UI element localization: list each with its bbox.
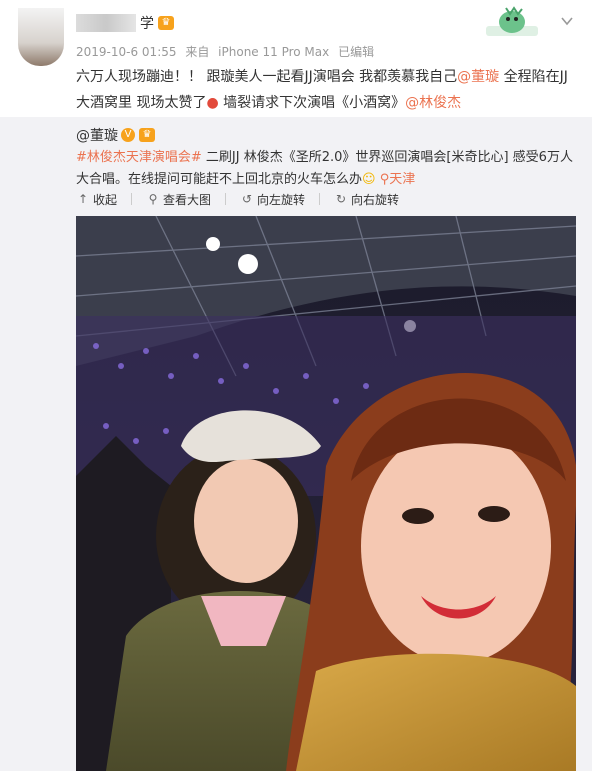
author-name-row[interactable]: 学 ♛ [76,12,174,34]
concert-selfie-photo[interactable] [76,216,576,771]
post-text-part-1: 六万人现场蹦迪！！ 跟璇美人一起看JJ演唱会 我都羡慕我自己 [76,69,458,85]
divider [131,193,133,205]
source-prefix: 来自 [185,45,210,59]
hashtag[interactable]: #林俊杰天津演唱会# [76,150,202,165]
collapse-button[interactable]: ↑ 收起 [76,191,117,208]
post-meta: 2019-10-6 01:55 来自 iPhone 11 Pro Max 已编辑 [76,43,379,60]
dinosaur-mascot-icon [486,6,538,36]
rotate-left-icon: ↺ [242,192,253,206]
avatar[interactable] [18,8,64,66]
image-toolbar: ↑ 收起 ⚲ 查看大图 ↺ 向左旋转 ↻ 向右旋转 [76,187,413,211]
source[interactable]: iPhone 11 Pro Max [218,45,329,59]
emoji-icon: ● [206,95,219,111]
vip-crown-icon[interactable]: ♛ [139,128,155,142]
timestamp[interactable]: 2019-10-6 01:55 [76,45,177,59]
location-label[interactable]: 天津 [389,172,415,187]
smile-emoji-icon: ☺ [362,172,376,187]
rotate-right-label: 向右旋转 [351,192,400,207]
repost-author[interactable]: @董璇 [76,125,118,145]
post-text-part-3: 墙裂请求下次演唱《小酒窝》 [218,95,406,111]
mention-linjunjie[interactable]: @林俊杰 [405,95,461,111]
collapse-icon: ↑ [77,192,89,206]
post-text: 六万人现场蹦迪！！ 跟璇美人一起看JJ演唱会 我都羡慕我自己@董璇 全程陷在JJ… [76,64,576,116]
verified-v-icon: V [121,128,135,142]
photo-illustration [76,216,576,771]
post-header: 学 ♛ 2019-10-6 01:55 来自 iPhone 11 Pro Max… [0,0,592,111]
view-large-label: 查看大图 [163,192,212,207]
author-name[interactable]: 学 [140,13,154,33]
mention-dongxuan[interactable]: @董璇 [457,69,499,85]
rotate-left-label: 向左旋转 [257,192,306,207]
divider [225,193,227,205]
repost-card: @董璇 V ♛ #林俊杰天津演唱会# 二刷JJ 林俊杰《圣所2.0》世界巡回演唱… [0,117,592,771]
rotate-right-button[interactable]: ↻ 向右旋转 [334,191,399,208]
location-pin-icon[interactable]: ⚲ [380,172,390,187]
edited-label[interactable]: 已编辑 [338,45,374,59]
view-large-button[interactable]: ⚲ 查看大图 [146,191,211,208]
repost-author-row[interactable]: @董璇 V ♛ [76,125,155,145]
collapse-label: 收起 [93,192,118,207]
rotate-right-icon: ↻ [336,192,347,206]
magnify-icon: ⚲ [148,192,158,206]
divider [319,193,321,205]
blurred-name [76,14,136,32]
repost-text: #林俊杰天津演唱会# 二刷JJ 林俊杰《圣所2.0》世界巡回演唱会[米奇比心] … [76,147,576,191]
chevron-down-icon[interactable] [560,14,574,28]
rotate-left-button[interactable]: ↺ 向左旋转 [240,191,305,208]
vip-crown-icon[interactable]: ♛ [158,16,174,30]
